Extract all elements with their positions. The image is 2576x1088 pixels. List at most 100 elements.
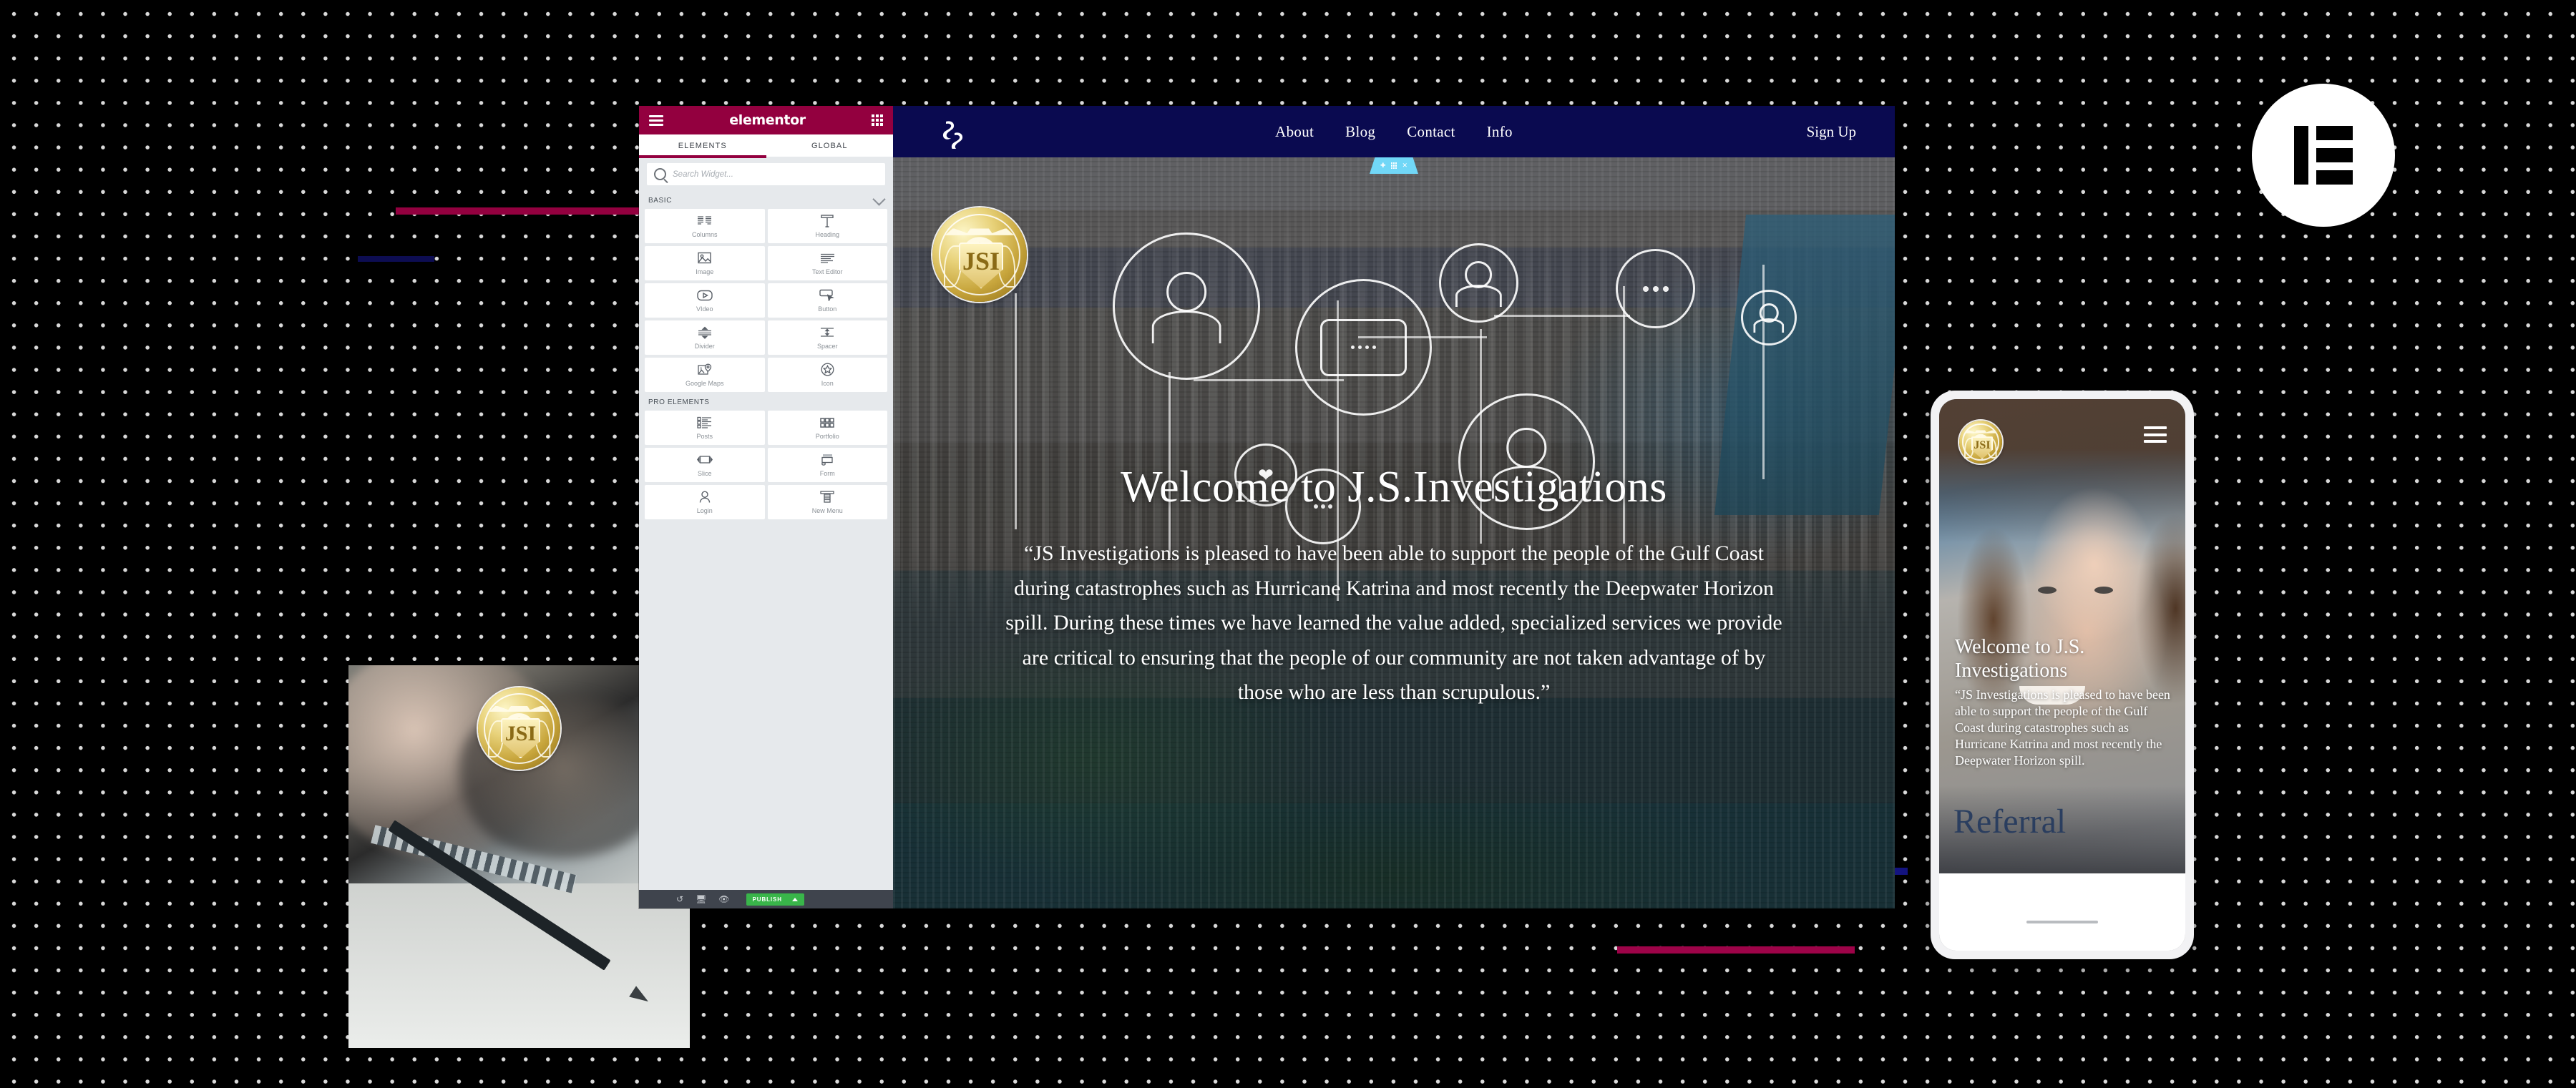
nav-link-info[interactable]: Info xyxy=(1487,123,1513,141)
widget-divider[interactable]: Divider xyxy=(645,320,765,355)
widget-spacer[interactable]: Spacer xyxy=(767,320,887,355)
phone-screen[interactable]: JSI Welcome to J.S. Investigations “JS I… xyxy=(1939,399,2185,951)
posts-icon xyxy=(697,416,712,429)
plus-icon[interactable]: ✚ xyxy=(1380,162,1386,169)
avatar-node xyxy=(1741,290,1797,345)
jsi-coin-logo: JSI xyxy=(932,207,1027,302)
close-x-icon[interactable]: ✕ xyxy=(1402,162,1408,169)
elementor-logo-icon xyxy=(2252,84,2395,227)
hamburger-icon[interactable] xyxy=(649,114,663,126)
image-icon xyxy=(698,251,712,265)
widget-label: Slice xyxy=(697,470,712,477)
category-header-basic[interactable]: BASIC xyxy=(639,190,893,209)
widget-slice[interactable]: Slice xyxy=(645,448,765,482)
hero-text-block[interactable]: Welcome to J.S.Investigations “JS Invest… xyxy=(893,465,1895,710)
widget-login[interactable]: Login xyxy=(645,485,765,519)
nav-links[interactable]: About Blog Contact Info xyxy=(1275,123,1513,141)
hamburger-icon[interactable] xyxy=(2144,426,2167,443)
form-icon xyxy=(820,453,834,466)
elementor-e-glyph xyxy=(2294,126,2353,185)
sign-up-link[interactable]: Sign Up xyxy=(1807,123,1856,141)
jsi-monogram-icon[interactable] xyxy=(937,117,969,149)
chat-bubble-node xyxy=(1295,279,1432,416)
hero-heading: Welcome to J.S.Investigations xyxy=(1121,463,1667,511)
widget-text-editor[interactable]: Text Editor xyxy=(767,246,887,280)
widget-form[interactable]: Form xyxy=(767,448,887,482)
widget-icon[interactable]: Icon xyxy=(767,358,887,392)
hero-paragraph: “JS Investigations is pleased to have be… xyxy=(1005,541,1782,705)
chevron-down-icon[interactable] xyxy=(872,192,886,206)
nav-link-blog[interactable]: Blog xyxy=(1345,123,1375,141)
widget-columns[interactable]: Columns xyxy=(645,209,765,243)
widget-video[interactable]: VIdeo xyxy=(645,283,765,318)
widget-grid-basic[interactable]: Columns Heading Image Text Editor VIdeo … xyxy=(639,209,893,392)
login-user-icon xyxy=(698,490,711,504)
widget-label: Google Maps xyxy=(685,380,724,387)
category-header-pro[interactable]: PRO ELEMENTS xyxy=(639,392,893,411)
publish-button[interactable]: PUBLISH xyxy=(746,893,804,906)
widget-heading[interactable]: Heading xyxy=(767,209,887,243)
button-icon xyxy=(819,288,835,302)
website-preview-canvas[interactable]: About Blog Contact Info Sign Up ✚ ✕ ❤ JS… xyxy=(893,106,1895,908)
caret-up-icon[interactable] xyxy=(791,897,798,901)
publish-label: PUBLISH xyxy=(752,896,782,903)
phone-referral-heading: Referral xyxy=(1953,803,2067,840)
widget-label: Divider xyxy=(694,343,715,350)
mobile-phone-mockup: JSI Welcome to J.S. Investigations “JS I… xyxy=(1931,391,2194,959)
hero-section[interactable]: ❤ JSI Welcome to J.S.Investigations “JS … xyxy=(893,157,1895,908)
phone-heading: Welcome to J.S. Investigations xyxy=(1955,636,2085,682)
decor-bar-navy-top-left xyxy=(358,256,434,262)
widget-label: Form xyxy=(819,470,835,477)
google-maps-icon: g xyxy=(698,363,712,376)
nav-link-contact[interactable]: Contact xyxy=(1407,123,1455,141)
drag-dots-icon[interactable] xyxy=(1390,162,1397,169)
widget-label: Heading xyxy=(815,231,840,238)
desktop-monitor-icon[interactable]: 🖥 xyxy=(696,895,706,903)
editor-header: elementor xyxy=(639,106,893,134)
dots-node xyxy=(1616,249,1695,328)
category-title-pro: PRO ELEMENTS xyxy=(648,398,710,406)
decor-bar-crimson-bottom-right xyxy=(1617,946,1855,954)
group-people-node xyxy=(1439,243,1518,323)
widget-portfolio[interactable]: Portfolio xyxy=(767,411,887,445)
columns-icon xyxy=(697,214,712,227)
spacer-icon xyxy=(819,325,835,339)
widget-label: New Menu xyxy=(811,507,843,514)
widget-google-maps[interactable]: g Google Maps xyxy=(645,358,765,392)
search-icon xyxy=(654,168,666,180)
portfolio-icon xyxy=(820,416,834,429)
video-icon xyxy=(697,288,713,302)
tab-elements[interactable]: ELEMENTS xyxy=(639,134,766,158)
section-handle-toolbar[interactable]: ✚ ✕ xyxy=(1370,157,1418,174)
widget-label: Portfolio xyxy=(815,433,839,440)
text-editor-icon xyxy=(820,251,835,265)
tab-global[interactable]: GLOBAL xyxy=(766,134,894,157)
divider-icon xyxy=(697,325,713,339)
elementor-editor-panel[interactable]: elementor ELEMENTS GLOBAL Search Widget.… xyxy=(639,106,893,908)
home-indicator[interactable] xyxy=(2026,921,2098,923)
phone-white-section xyxy=(1939,873,2185,951)
editor-footer-toolbar[interactable]: ↺ 🖥 👁 PUBLISH xyxy=(639,890,893,908)
widget-label: Posts xyxy=(696,433,713,440)
jsi-coin-logo: JSI xyxy=(1959,421,2002,464)
history-revert-icon[interactable]: ↺ xyxy=(676,895,683,903)
widget-posts[interactable]: Posts xyxy=(645,411,765,445)
star-icon xyxy=(821,363,834,376)
widget-button[interactable]: Button xyxy=(767,283,887,318)
category-title-basic: BASIC xyxy=(648,197,673,205)
widget-grid-pro[interactable]: Posts Portfolio Slice Form Login New Men… xyxy=(639,411,893,519)
site-navigation-bar[interactable]: About Blog Contact Info Sign Up ✚ ✕ xyxy=(893,106,1895,174)
editor-tabs[interactable]: ELEMENTS GLOBAL xyxy=(639,134,894,158)
widget-new-menu[interactable]: New Menu xyxy=(767,485,887,519)
widget-image[interactable]: Image xyxy=(645,246,765,280)
jsi-coin-logo: JSI xyxy=(478,687,560,770)
search-placeholder: Search Widget... xyxy=(673,170,733,179)
widget-label: Spacer xyxy=(816,343,838,350)
slice-icon xyxy=(696,453,713,466)
nav-link-about[interactable]: About xyxy=(1275,123,1314,141)
eye-preview-icon[interactable]: 👁 xyxy=(718,895,729,903)
widget-label: Image xyxy=(696,268,714,275)
grid-apps-icon[interactable] xyxy=(872,114,883,126)
search-widget-input[interactable]: Search Widget... xyxy=(647,163,885,185)
person-node xyxy=(1113,232,1260,380)
